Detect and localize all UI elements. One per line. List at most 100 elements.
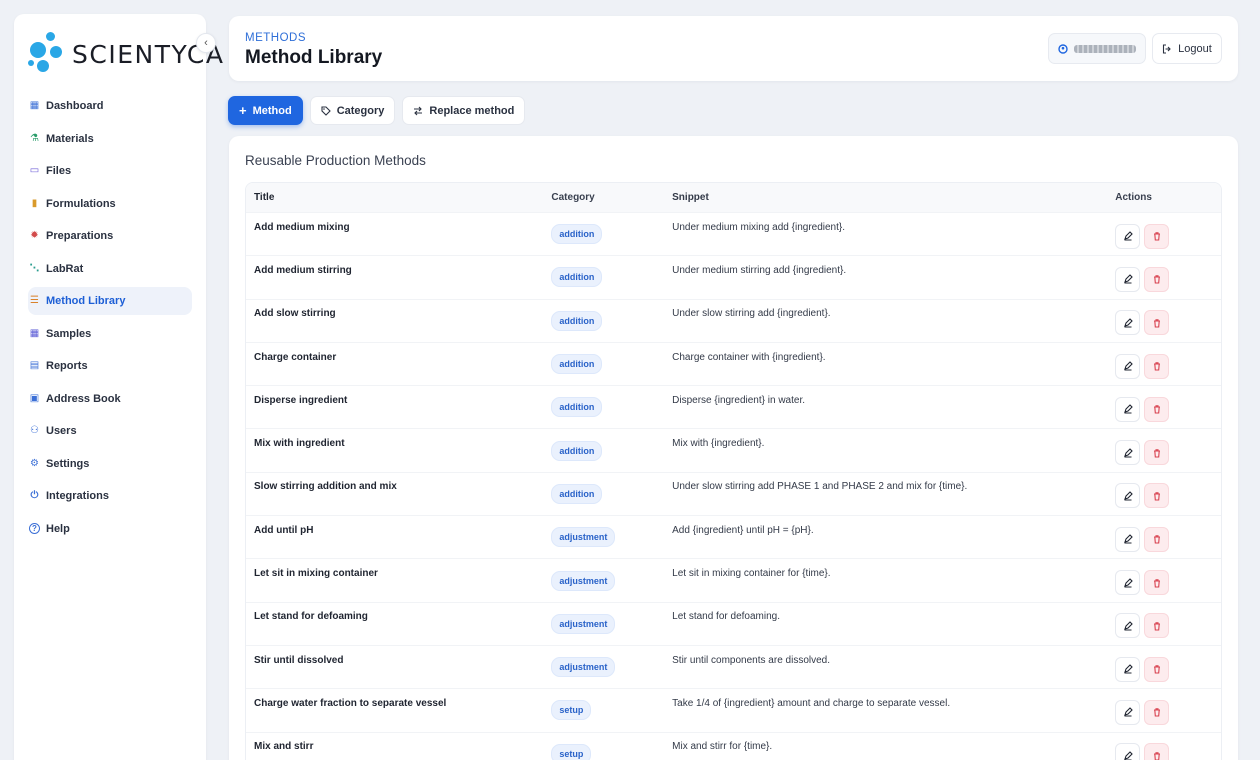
edit-button[interactable] (1115, 223, 1141, 249)
trash-icon (1153, 665, 1160, 674)
add-category-button[interactable]: Category (309, 96, 396, 125)
table-row: Slow stirring addition and mix addition Un… (246, 471, 1221, 515)
user-circle-icon (1058, 43, 1068, 54)
logout-button[interactable]: Logout (1152, 33, 1222, 64)
sidebar-item-method-library[interactable]: ☰ Method Library (28, 287, 192, 315)
delete-button[interactable] (1144, 526, 1170, 552)
pencil-icon (1123, 534, 1133, 544)
replace-method-button[interactable]: Replace method (402, 96, 526, 125)
table-header: Title Category Snippet Actions (246, 183, 1221, 212)
delete-button[interactable] (1144, 353, 1170, 379)
sidebar-item-address-book[interactable]: ▣ Address Book (28, 385, 192, 413)
trash-icon (1153, 751, 1160, 760)
category-badge: addition (551, 483, 603, 504)
delete-button[interactable] (1144, 266, 1170, 292)
sidebar-item-users[interactable]: ⚇ Users (28, 417, 192, 445)
edit-button[interactable] (1115, 310, 1141, 336)
delete-button[interactable] (1144, 310, 1170, 336)
share-icon: ⋱ (29, 262, 40, 274)
sidebar: SCIENTYCA ‹ ▦ Dashboard ⚗ Materials ▭ Files ▮ F… (14, 14, 223, 760)
sidebar-item-materials[interactable]: ⚗ Materials (28, 125, 192, 153)
sidebar-item-settings[interactable]: ⚙ Settings (28, 450, 192, 478)
sidebar-item-label: Method Library (46, 295, 126, 307)
method-title: Add until pH (254, 524, 314, 536)
sidebar-item-help[interactable]: ? Help (28, 515, 192, 543)
sidebar-item-labrat[interactable]: ⋱ LabRat (28, 255, 192, 283)
sidebar-item-files[interactable]: ▭ Files (28, 157, 192, 185)
methods-table: Title Category Snippet Actions Add mediu… (245, 182, 1222, 760)
pencil-icon (1123, 317, 1133, 328)
method-snippet: Let stand for defoaming. (672, 611, 780, 623)
delete-button[interactable] (1144, 743, 1170, 760)
edit-button[interactable] (1115, 353, 1141, 379)
sidebar-item-formulations[interactable]: ▮ Formulations (28, 190, 192, 218)
test-tube-icon: ▮ (31, 197, 38, 209)
table-row: Add medium mixing addition Under medium mi… (246, 212, 1221, 255)
method-snippet: Under medium stirring add {ingredient}. (672, 264, 847, 276)
table-row: Let sit in mixing container adjustment Let… (246, 558, 1221, 601)
trash-icon (1153, 492, 1160, 501)
trash-icon (1153, 318, 1160, 328)
sidebar-item-label: Help (46, 522, 70, 535)
category-badge: adjustment (551, 657, 616, 678)
table-row: Let stand for defoaming adjustment Let sta… (246, 601, 1221, 645)
method-snippet: Take 1/4 of {ingredient} amount and char… (672, 697, 951, 709)
pencil-icon (1123, 361, 1133, 371)
edit-button[interactable] (1115, 656, 1141, 682)
edit-button[interactable] (1115, 396, 1141, 422)
edit-button[interactable] (1115, 526, 1141, 552)
column-header-title[interactable]: Title (246, 192, 551, 203)
delete-button[interactable] (1144, 396, 1170, 422)
logout-label: Logout (1178, 42, 1212, 55)
edit-button[interactable] (1115, 699, 1141, 725)
flask-icon: ⚗ (30, 132, 39, 144)
sidebar-item-label: LabRat (46, 262, 84, 275)
method-title: Mix with ingredient (254, 438, 345, 450)
delete-button[interactable] (1144, 440, 1170, 466)
category-badge: addition (551, 224, 603, 245)
delete-button[interactable] (1144, 570, 1170, 596)
sidebar-item-label: Integrations (46, 490, 109, 502)
category-badge: addition (551, 397, 603, 418)
user-menu-button[interactable] (1048, 33, 1146, 64)
plug-icon: ⏻ (30, 490, 39, 501)
edit-button[interactable] (1115, 570, 1141, 596)
sidebar-collapse-button[interactable]: ‹ (196, 33, 216, 53)
sidebar-item-integrations[interactable]: ⏻ Integrations (28, 482, 192, 510)
category-badge: adjustment (551, 570, 616, 591)
edit-button[interactable] (1115, 483, 1141, 509)
sidebar-item-dashboard[interactable]: ▦ Dashboard (28, 92, 192, 120)
edit-button[interactable] (1115, 266, 1141, 292)
dashboard-icon: ▦ (29, 100, 40, 111)
column-header-snippet[interactable]: Snippet (672, 192, 1113, 203)
edit-button[interactable] (1115, 613, 1141, 639)
brand-logo[interactable]: SCIENTYCA (28, 30, 224, 78)
help-icon: ? (29, 523, 40, 534)
delete-button[interactable] (1144, 656, 1170, 682)
method-title: Slow stirring addition and mix (254, 481, 397, 493)
card-title: Reusable Production Methods (245, 153, 426, 168)
pencil-icon (1123, 404, 1133, 414)
sidebar-item-preparations[interactable]: ✹ Preparations (28, 222, 192, 250)
delete-button[interactable] (1144, 223, 1170, 249)
delete-button[interactable] (1144, 613, 1170, 639)
grid-icon: ▦ (29, 327, 40, 339)
column-header-category[interactable]: Category (551, 192, 672, 203)
sidebar-item-reports[interactable]: ▤ Reports (28, 352, 192, 380)
trash-icon (1153, 535, 1160, 544)
category-badge: addition (551, 267, 603, 288)
add-method-button[interactable]: + Method (228, 96, 303, 125)
category-badge: addition (551, 354, 603, 375)
edit-button[interactable] (1115, 743, 1141, 760)
sidebar-item-label: Users (46, 425, 77, 437)
breadcrumb: METHODS (245, 32, 306, 44)
delete-button[interactable] (1144, 699, 1170, 725)
method-title: Add medium stirring (254, 264, 352, 276)
edit-button[interactable] (1115, 440, 1141, 466)
category-badge: addition (551, 310, 603, 331)
delete-button[interactable] (1144, 483, 1170, 509)
folder-icon: ▭ (29, 165, 40, 176)
report-icon: ▤ (29, 360, 40, 371)
page-title: Method Library (245, 47, 383, 68)
sidebar-item-samples[interactable]: ▦ Samples (28, 320, 192, 348)
